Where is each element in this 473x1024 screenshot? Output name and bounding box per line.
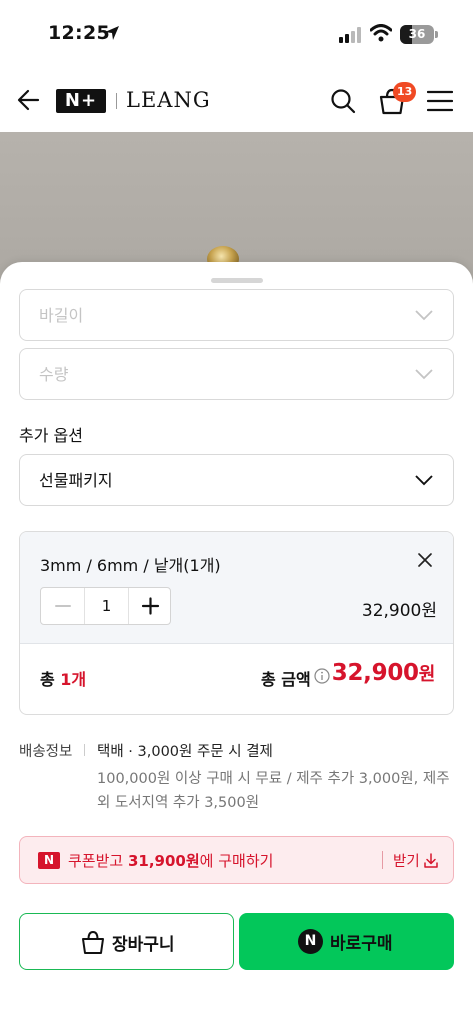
total-amount-number: 32,900	[331, 660, 419, 686]
gift-package-select[interactable]: 선물패키지	[19, 454, 454, 506]
coupon-divider	[382, 851, 383, 869]
hamburger-menu-icon[interactable]	[427, 90, 453, 112]
status-bar: 12:25 36	[0, 0, 473, 70]
coupon-text-amount: 31,900원	[127, 852, 200, 870]
coupon-get-button[interactable]: 받기	[393, 850, 420, 871]
location-arrow-icon	[105, 26, 119, 40]
app-header: N+ LEANG 13	[0, 70, 473, 132]
add-to-cart-button[interactable]: 장바구니	[19, 913, 234, 970]
delivery-method: 택배 · 3,000원 주문 시 결제	[97, 744, 273, 760]
delivery-fee-details: 100,000원 이상 구매 시 무료 / 제주 추가 3,000원, 제주 외…	[97, 771, 450, 811]
coupon-text-prefix: 쿠폰받고	[68, 852, 128, 870]
add-to-cart-label: 장바구니	[112, 935, 175, 955]
chevron-down-icon	[415, 310, 433, 321]
battery-level: 36	[408, 27, 426, 41]
naver-pay-icon: N	[298, 929, 323, 954]
quantity-select[interactable]: 수량	[19, 348, 454, 400]
extra-options-label: 추가 옵션	[19, 426, 83, 445]
buy-now-button[interactable]: N 바로구매	[239, 913, 454, 970]
naver-plus-logo[interactable]: N+	[56, 89, 106, 113]
delivery-divider	[84, 744, 85, 756]
coupon-text: 쿠폰받고 31,900원에 구매하기	[68, 850, 273, 871]
total-count: 총 1개	[40, 666, 86, 690]
cart-count-badge: 13	[393, 82, 417, 102]
sheet-grabber[interactable]	[211, 278, 263, 283]
total-amount-label: 총 금액	[261, 670, 311, 689]
selected-option-name: 3mm / 6mm / 낱개(1개)	[40, 556, 221, 575]
info-icon[interactable]	[314, 668, 330, 684]
quantity-value[interactable]: 1	[85, 588, 128, 624]
download-icon	[424, 853, 438, 868]
option-price: 32,900원	[361, 601, 437, 621]
home-indicator-area	[0, 1014, 473, 1024]
gift-package-value: 선물패키지	[39, 471, 113, 490]
status-time: 12:25	[48, 22, 110, 44]
back-arrow-icon[interactable]	[16, 87, 42, 113]
close-icon[interactable]	[417, 552, 433, 568]
delivery-info-label: 배송정보	[19, 744, 73, 760]
total-count-prefix: 총	[40, 670, 61, 689]
battery-cap	[435, 31, 438, 38]
quantity-select-placeholder: 수량	[39, 365, 69, 384]
minus-icon	[55, 605, 71, 607]
battery-icon: 36	[400, 25, 434, 44]
coupon-text-suffix: 에 구매하기	[199, 852, 274, 870]
total-amount: 32,900원	[331, 660, 436, 686]
total-count-value: 1개	[60, 670, 87, 689]
chevron-down-icon	[415, 369, 433, 380]
quantity-stepper: 1	[40, 587, 171, 625]
brand-logo[interactable]: LEANG	[126, 88, 211, 112]
chevron-down-icon	[415, 475, 433, 486]
plus-icon	[141, 597, 160, 615]
selected-option-card: 3mm / 6mm / 낱개(1개) 1 32,900원 총 1개 총 금액 3…	[19, 531, 454, 715]
logo-divider	[116, 93, 117, 109]
total-amount-unit: 원	[418, 664, 436, 685]
decrease-button[interactable]	[41, 588, 85, 624]
shopping-bag-icon	[82, 930, 104, 954]
increase-button[interactable]	[128, 588, 171, 624]
size-select-placeholder: 바길이	[39, 306, 84, 325]
naver-n-icon: N	[38, 852, 60, 869]
buy-now-label: 바로구매	[330, 934, 393, 954]
selected-option-row: 3mm / 6mm / 낱개(1개) 1 32,900원	[20, 532, 453, 644]
coupon-banner[interactable]: N 쿠폰받고 31,900원에 구매하기 받기	[19, 836, 454, 884]
size-select[interactable]: 바길이	[19, 289, 454, 341]
wifi-icon	[370, 24, 392, 42]
signal-icon	[339, 27, 361, 43]
search-icon[interactable]	[330, 88, 356, 114]
option-bottom-sheet: 바길이 수량 추가 옵션 선물패키지 3mm / 6mm / 낱개(1개) 1 …	[0, 262, 473, 1024]
